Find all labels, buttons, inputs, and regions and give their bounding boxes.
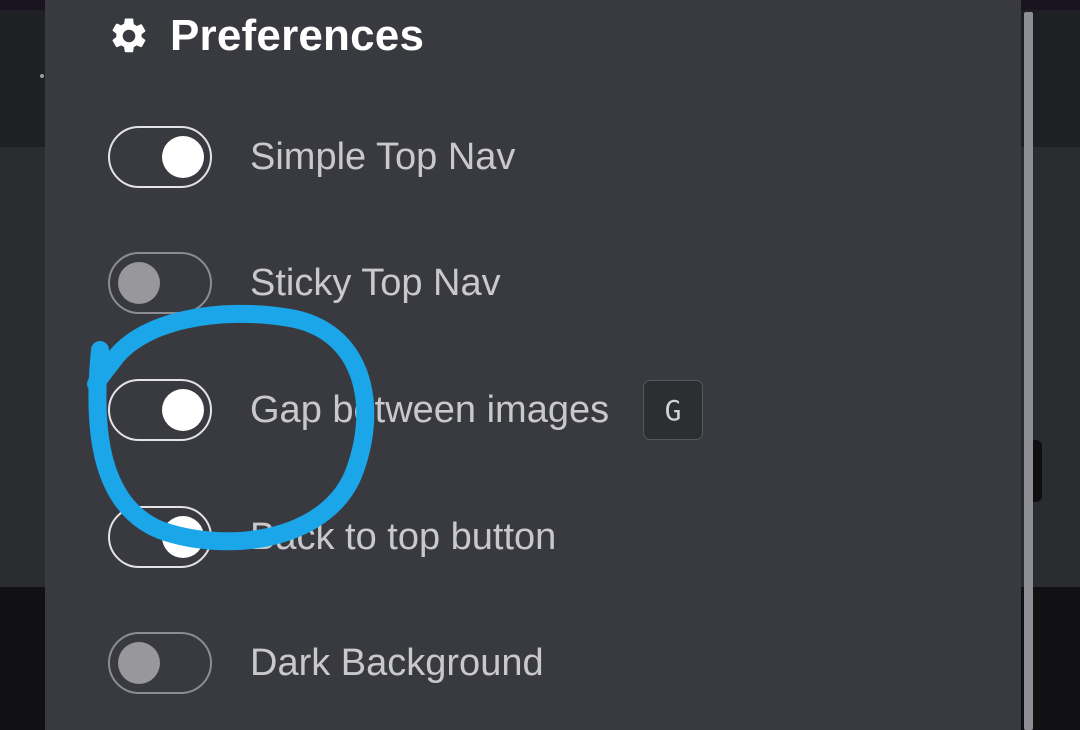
preferences-panel — [45, 0, 1021, 730]
back-to-top-button-toggle[interactable] — [108, 506, 212, 568]
toggle-knob — [118, 642, 160, 684]
gap-between-images-toggle[interactable] — [108, 379, 212, 441]
setting-row-back-to-top: Back to top button — [108, 505, 556, 569]
setting-row-dark-background: Dark Background — [108, 631, 544, 695]
gear-icon — [112, 18, 146, 53]
setting-row-gap-between-images: Gap between images G — [108, 378, 704, 442]
page-title: Preferences — [170, 11, 425, 60]
toggle-knob — [162, 389, 204, 431]
simple-top-nav-toggle[interactable] — [108, 126, 212, 188]
preferences-header: Preferences — [108, 11, 425, 60]
sticky-top-nav-toggle[interactable] — [108, 252, 212, 314]
toggle-knob — [162, 516, 204, 558]
setting-label: Simple Top Nav — [250, 135, 516, 178]
toggle-knob — [162, 136, 204, 178]
setting-label: Dark Background — [250, 641, 544, 684]
screen: Preferences Simple Top Nav Sticky Top Na… — [0, 0, 1080, 730]
panel-scrollbar[interactable] — [1024, 12, 1033, 730]
dark-background-toggle[interactable] — [108, 632, 212, 694]
shortcut-key-badge: G — [643, 380, 704, 440]
setting-label: Back to top button — [250, 515, 557, 558]
setting-label: Gap between images — [250, 388, 610, 431]
toggle-knob — [118, 262, 160, 304]
setting-row-simple-top-nav: Simple Top Nav — [108, 125, 515, 189]
background-dot — [40, 74, 44, 78]
setting-row-sticky-top-nav: Sticky Top Nav — [108, 251, 501, 315]
setting-label: Sticky Top Nav — [250, 261, 501, 304]
